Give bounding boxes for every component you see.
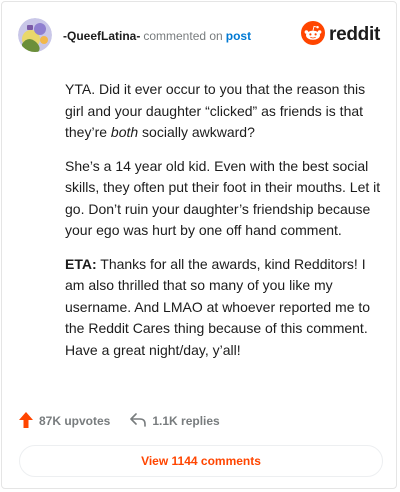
view-comments-button[interactable]: View 1144 comments (19, 445, 383, 477)
reply-arrow-icon (130, 412, 152, 430)
reddit-wordmark: reddit (329, 24, 380, 45)
username-link[interactable]: -QueefLatina- (63, 29, 140, 43)
upvotes-stat[interactable]: 87K upvotes (19, 411, 111, 431)
replies-stat[interactable]: 1.1K replies (130, 412, 220, 430)
reddit-brand[interactable]: reddit (301, 20, 380, 50)
comment-body: YTA. Did it ever occur to you that the r… (65, 79, 385, 373)
comment-header: -QueefLatina-commented on post reddit (18, 18, 380, 52)
comment-paragraph-1: YTA. Did it ever occur to you that the r… (65, 81, 366, 140)
comment-paragraph-2: She’s a 14 year old kid. Even with the b… (65, 157, 381, 239)
action-text: commented on (143, 29, 223, 43)
comment-paragraph-3: ETA: Thanks for all the awards, kind Red… (65, 255, 371, 358)
reddit-logo-icon (301, 20, 326, 50)
comment-footer: 87K upvotes 1.1K replies (19, 410, 240, 432)
upvotes-count: 87K upvotes (39, 414, 111, 428)
replies-count: 1.1K replies (152, 414, 220, 428)
comment-card: -QueefLatina-commented on post reddit YT… (1, 1, 397, 489)
comment-meta: -QueefLatina-commented on post (63, 29, 251, 43)
user-avatar-icon[interactable] (18, 18, 52, 52)
upvote-arrow-icon (19, 411, 39, 431)
post-link[interactable]: post (226, 29, 251, 43)
